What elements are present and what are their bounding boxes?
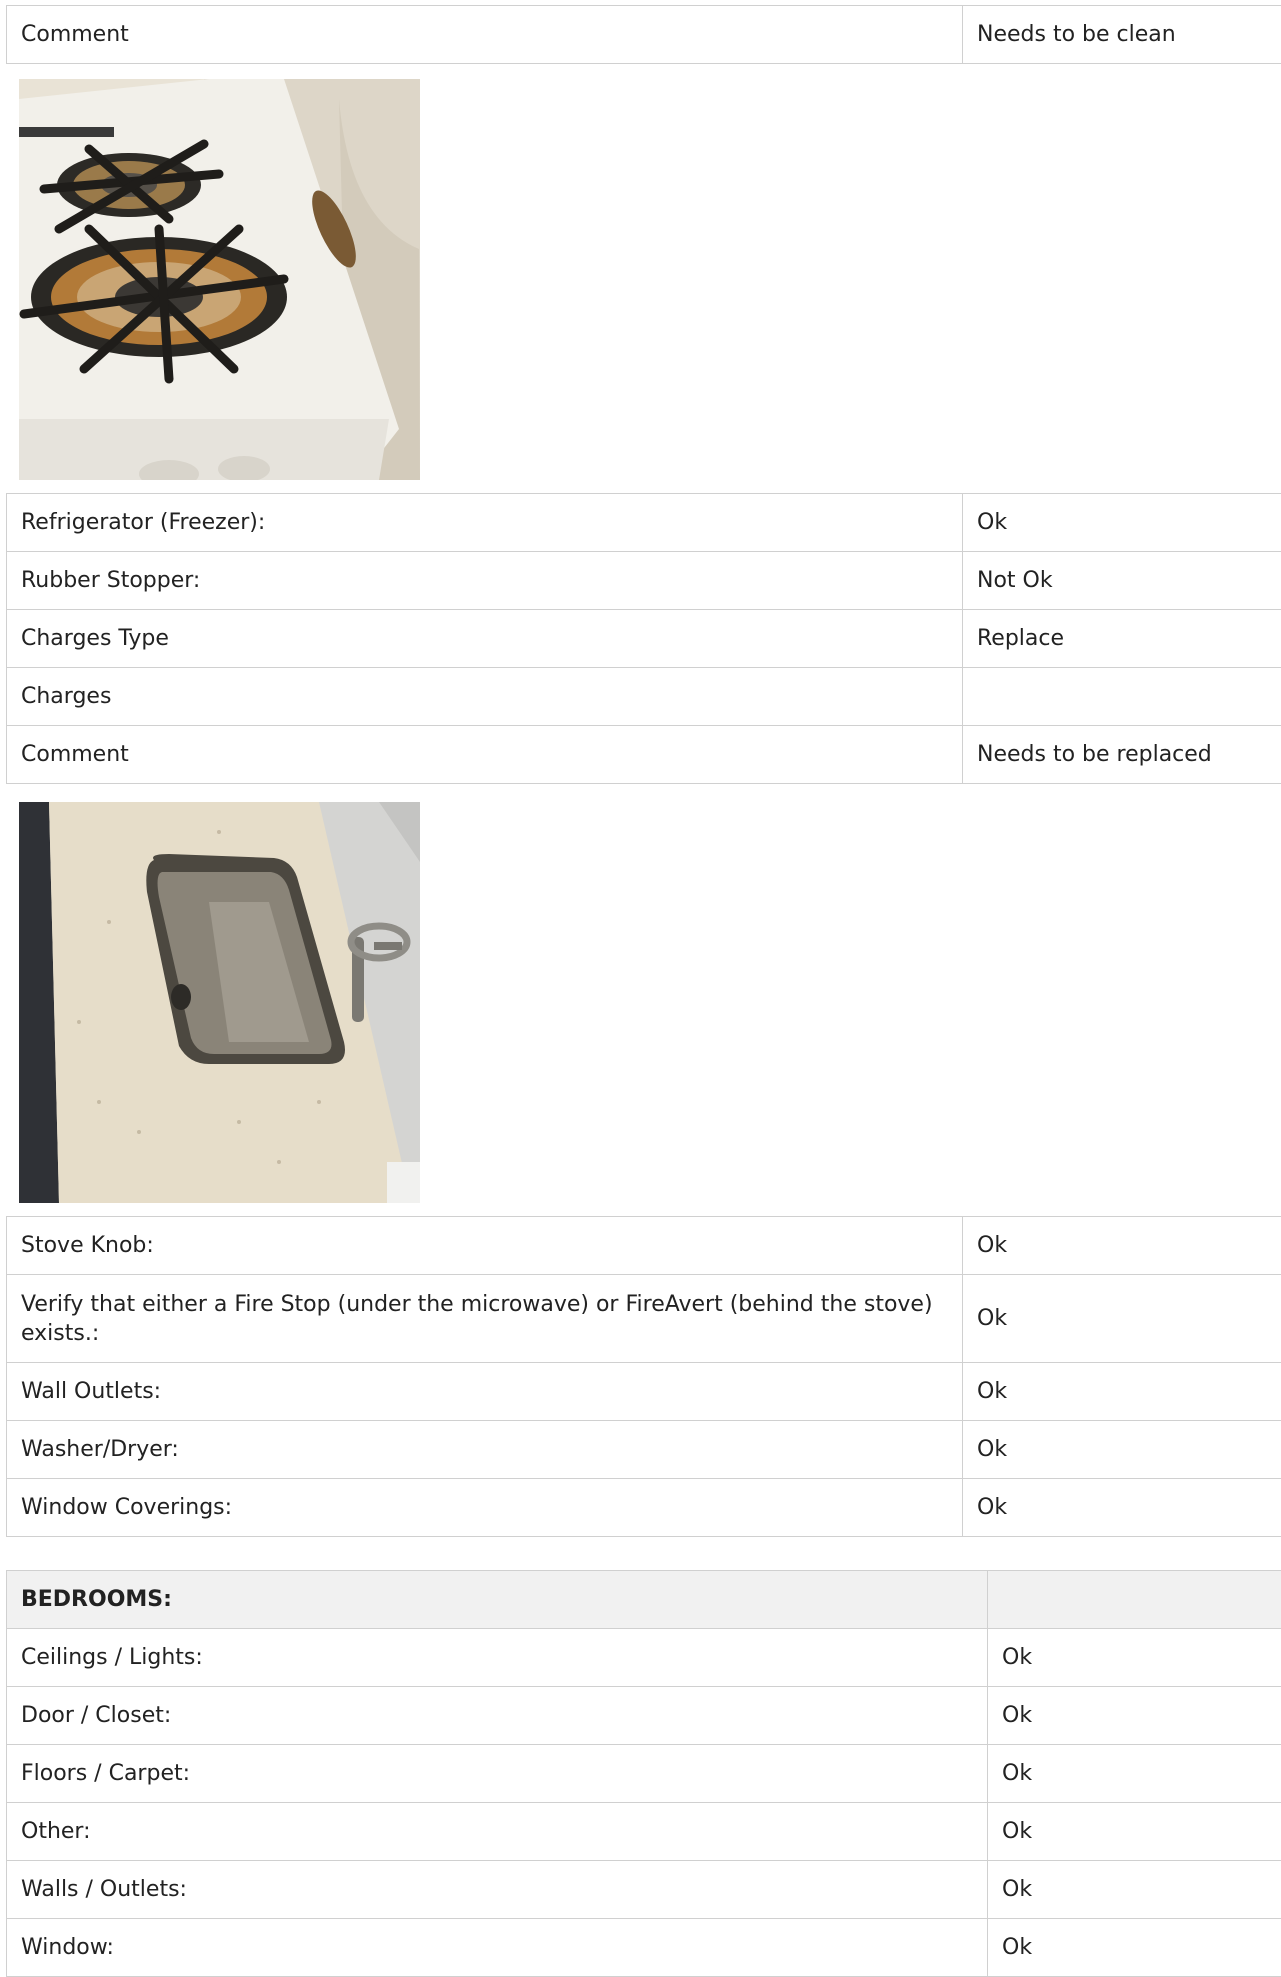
row-value: Ok xyxy=(988,1745,1281,1803)
table-row: Door / Closet: Ok xyxy=(7,1687,1281,1745)
table-row: Comment Needs to be clean xyxy=(7,6,1281,64)
row-label: Wall Outlets: xyxy=(7,1363,963,1421)
row-value: Ok xyxy=(988,1629,1281,1687)
row-label: Window: xyxy=(7,1919,988,1977)
row-label: Charges xyxy=(7,668,963,726)
row-value: Replace xyxy=(963,610,1281,668)
table-row: Other: Ok xyxy=(7,1803,1281,1861)
row-value: Ok xyxy=(963,1479,1281,1537)
row-label: Other: xyxy=(7,1803,988,1861)
table-row: Window: Ok xyxy=(7,1919,1281,1977)
table-row: Wall Outlets: Ok xyxy=(7,1363,1281,1421)
row-label: Charges Type xyxy=(7,610,963,668)
row-label: Comment xyxy=(7,726,963,784)
table-row: Charges Type Replace xyxy=(7,610,1281,668)
table-row: Charges xyxy=(7,668,1281,726)
table-row: Walls / Outlets: Ok xyxy=(7,1861,1281,1919)
table-row: Window Coverings: Ok xyxy=(7,1479,1281,1537)
rubber-stopper-table: Refrigerator (Freezer): Ok Rubber Stoppe… xyxy=(6,493,1281,784)
table-row: Comment Needs to be replaced xyxy=(7,726,1281,784)
row-label: Walls / Outlets: xyxy=(7,1861,988,1919)
row-label: Window Coverings: xyxy=(7,1479,963,1537)
row-label: Stove Knob: xyxy=(7,1217,963,1275)
row-label: Rubber Stopper: xyxy=(7,552,963,610)
row-value: Ok xyxy=(963,1275,1281,1363)
section-title: BEDROOMS: xyxy=(7,1571,988,1629)
inspection-report-page: Comment Needs to be clean xyxy=(0,0,1281,1975)
row-value: Ok xyxy=(963,1363,1281,1421)
table-row: Refrigerator (Freezer): Ok xyxy=(7,494,1281,552)
table-row: Verify that either a Fire Stop (under th… xyxy=(7,1275,1281,1363)
row-label: Refrigerator (Freezer): xyxy=(7,494,963,552)
row-value: Not Ok xyxy=(963,552,1281,610)
bedrooms-section-header: BEDROOMS: xyxy=(7,1571,1281,1629)
row-value: Needs to be clean xyxy=(963,6,1281,64)
row-label: Verify that either a Fire Stop (under th… xyxy=(7,1275,963,1363)
table-row: Rubber Stopper: Not Ok xyxy=(7,552,1281,610)
row-label: Washer/Dryer: xyxy=(7,1421,963,1479)
row-label: Ceilings / Lights: xyxy=(7,1629,988,1687)
sink-countertop-photo[interactable] xyxy=(19,802,420,1203)
table-row: Washer/Dryer: Ok xyxy=(7,1421,1281,1479)
bedrooms-table: BEDROOMS: Ceilings / Lights: Ok Door / C… xyxy=(6,1570,1281,1977)
stove-burners-photo[interactable] xyxy=(19,79,420,480)
row-value: Ok xyxy=(963,1421,1281,1479)
sink-countertop-image xyxy=(19,802,420,1203)
row-value: Ok xyxy=(988,1861,1281,1919)
comment-table-top: Comment Needs to be clean xyxy=(6,5,1281,64)
row-value: Ok xyxy=(963,494,1281,552)
row-label: Door / Closet: xyxy=(7,1687,988,1745)
table-row: Ceilings / Lights: Ok xyxy=(7,1629,1281,1687)
table-row: Floors / Carpet: Ok xyxy=(7,1745,1281,1803)
row-value: Needs to be replaced xyxy=(963,726,1281,784)
row-value: Ok xyxy=(988,1687,1281,1745)
row-label: Floors / Carpet: xyxy=(7,1745,988,1803)
section-header-value xyxy=(988,1571,1281,1629)
kitchen-items-table: Stove Knob: Ok Verify that either a Fire… xyxy=(6,1216,1281,1537)
stove-burners-image xyxy=(19,79,420,480)
row-value: Ok xyxy=(988,1803,1281,1861)
row-label: Comment xyxy=(7,6,963,64)
row-value xyxy=(963,668,1281,726)
row-value: Ok xyxy=(963,1217,1281,1275)
row-value: Ok xyxy=(988,1919,1281,1977)
table-row: Stove Knob: Ok xyxy=(7,1217,1281,1275)
